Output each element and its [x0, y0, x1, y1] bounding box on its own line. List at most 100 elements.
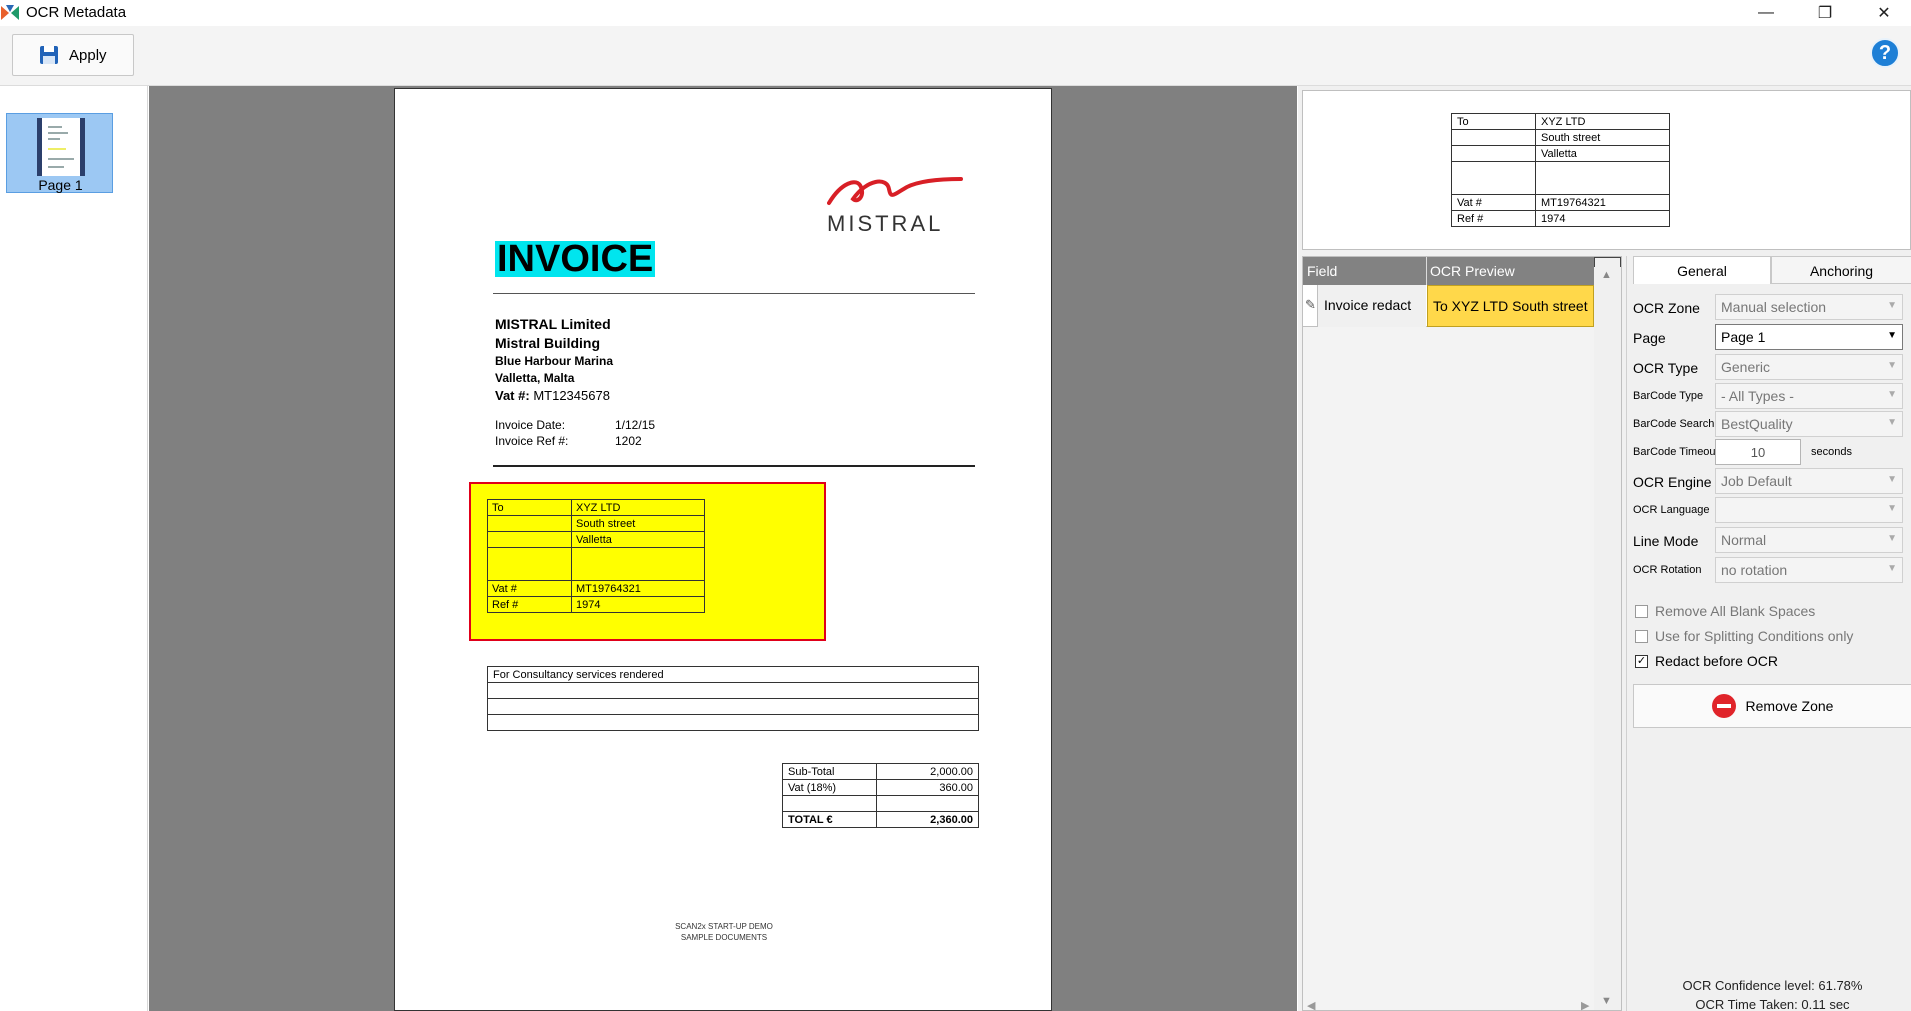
remove-icon [1711, 694, 1736, 718]
grid-horizontal-scrollbar[interactable]: ◀ ▶ [1303, 999, 1594, 1011]
services-table: For Consultancy services rendered [487, 666, 979, 731]
page-select[interactable]: Page 1 ▼ [1715, 324, 1903, 350]
ocr-language-label: OCR Language [1633, 504, 1710, 516]
apply-button[interactable]: Apply [12, 34, 134, 76]
ocr-language-row: OCR Language ▼ [1633, 497, 1911, 523]
remove-blank-spaces-label: Remove All Blank Spaces [1655, 603, 1816, 619]
minimize-button[interactable]: — [1737, 0, 1795, 26]
column-header-field[interactable]: Field [1307, 263, 1337, 279]
scroll-up-icon[interactable]: ▲ [1601, 269, 1612, 281]
divider [493, 293, 975, 294]
chevron-down-icon: ▼ [1887, 330, 1897, 341]
tab-general[interactable]: General [1633, 256, 1771, 284]
scroll-left-icon[interactable]: ◀ [1307, 999, 1315, 1011]
document-page: MISTRAL INVOICE MISTRAL Limited Mistral … [394, 88, 1052, 1011]
ocr-confidence-text: OCR Confidence level: 61.78% [1682, 978, 1863, 993]
redact-before-ocr-checkbox[interactable]: ✓ Redact before OCR [1633, 652, 1911, 674]
chevron-down-icon: ▼ [1887, 360, 1897, 371]
barcode-type-label: BarCode Type [1633, 390, 1704, 402]
ocr-stats: OCR Confidence level: 61.78% OCR Time Ta… [1633, 976, 1911, 1011]
barcode-search-label: BarCode Search [1633, 418, 1715, 430]
ocr-rotation-select[interactable]: no rotation ▼ [1715, 557, 1903, 583]
right-panel: To XYZ LTD South street Valletta Vat # MT1… [1298, 86, 1911, 1011]
checkbox-box[interactable] [1635, 630, 1648, 643]
barcode-search-row: BarCode Search BestQuality ▼ [1633, 411, 1911, 437]
ocr-type-select[interactable]: Generic ▼ [1715, 354, 1903, 380]
grid-header: Field OCR Preview [1303, 257, 1594, 285]
apply-label: Apply [69, 46, 107, 64]
invoice-date-label: Invoice Date: [495, 418, 566, 432]
save-icon [40, 46, 58, 64]
chevron-down-icon: ▼ [1887, 389, 1897, 400]
ocr-type-row: OCR Type Generic ▼ [1633, 354, 1911, 380]
chevron-down-icon: ▼ [1887, 417, 1897, 428]
grid-vertical-scrollbar[interactable]: ▲ ▼ [1594, 257, 1621, 1010]
company-address: MISTRAL Limited Mistral Building Blue Ha… [495, 315, 613, 404]
invoice-date-value: 1/12/15 [615, 418, 656, 432]
invoice-ref-label: Invoice Ref #: [495, 434, 569, 448]
scroll-down-icon[interactable]: ▼ [1601, 995, 1612, 1007]
ocr-preview-cell[interactable]: To XYZ LTD South street [1427, 285, 1594, 327]
ocr-engine-select[interactable]: Job Default ▼ [1715, 468, 1903, 494]
redact-before-ocr-label: Redact before OCR [1655, 653, 1778, 669]
chevron-down-icon: ▼ [1887, 300, 1897, 311]
barcode-type-select[interactable]: - All Types - ▼ [1715, 383, 1903, 409]
splitting-conditions-checkbox[interactable]: Use for Splitting Conditions only [1633, 627, 1911, 649]
line-mode-select[interactable]: Normal ▼ [1715, 527, 1903, 553]
field-cell[interactable]: Invoice redact [1317, 285, 1426, 327]
ocr-engine-row: OCR Engine Job Default ▼ [1633, 468, 1911, 494]
company-logo-text: MISTRAL [827, 211, 944, 236]
invoice-ref-value: 1202 [615, 434, 642, 448]
toolbar: Apply ? [0, 26, 1911, 86]
invoice-title: INVOICE [495, 238, 656, 280]
remove-zone-label: Remove Zone [1745, 698, 1834, 714]
barcode-timeout-row: BarCode Timeout 10 seconds [1633, 439, 1911, 465]
line-mode-label: Line Mode [1633, 533, 1699, 549]
page-row: Page Page 1 ▼ [1633, 324, 1911, 350]
barcode-timeout-input[interactable]: 10 [1715, 439, 1801, 465]
column-header-ocr-preview[interactable]: OCR Preview [1430, 263, 1515, 279]
divider [493, 465, 975, 467]
window-title: OCR Metadata [26, 4, 127, 21]
table-row[interactable]: ✎ Invoice redact To XYZ LTD South street [1303, 285, 1594, 327]
barcode-timeout-unit: seconds [1811, 446, 1852, 458]
ocr-rotation-row: OCR Rotation no rotation ▼ [1633, 557, 1911, 583]
company-street: Blue Harbour Marina [495, 354, 614, 368]
ocr-rotation-label: OCR Rotation [1633, 564, 1702, 576]
edit-row-icon: ✎ [1305, 297, 1316, 312]
line-mode-row: Line Mode Normal ▼ [1633, 527, 1911, 553]
barcode-search-select[interactable]: BestQuality ▼ [1715, 411, 1903, 437]
title-bar: OCR Metadata — ❐ ✕ [0, 0, 1911, 26]
fields-grid: Field OCR Preview ✎ Invoice redact To XY… [1302, 256, 1622, 1011]
mistral-logo-icon [827, 177, 963, 205]
splitting-conditions-label: Use for Splitting Conditions only [1655, 628, 1854, 644]
document-viewer[interactable]: MISTRAL INVOICE MISTRAL Limited Mistral … [149, 86, 1297, 1011]
properties-tabs: General Anchoring [1633, 256, 1911, 284]
scroll-right-icon[interactable]: ▶ [1581, 999, 1589, 1011]
help-button[interactable]: ? [1870, 38, 1900, 68]
tab-anchoring[interactable]: Anchoring [1771, 256, 1911, 284]
restore-button[interactable]: ❐ [1796, 0, 1854, 26]
close-button[interactable]: ✕ [1855, 0, 1911, 26]
ocr-engine-label: OCR Engine [1633, 474, 1712, 490]
chevron-down-icon: ▼ [1887, 474, 1897, 485]
checkbox-box[interactable] [1635, 605, 1648, 618]
remove-zone-button[interactable]: Remove Zone [1633, 684, 1911, 728]
ocr-zone-select[interactable]: Manual selection ▼ [1715, 294, 1903, 320]
zone-preview: To XYZ LTD South street Valletta Vat # MT1… [1302, 90, 1911, 250]
ocr-type-label: OCR Type [1633, 360, 1699, 376]
company-city: Valletta, Malta [495, 371, 575, 385]
thumbnail-label: Page 1 [38, 177, 83, 193]
properties-panel: General Anchoring OCR Zone Manual select… [1626, 256, 1911, 1011]
checkmark-icon[interactable]: ✓ [1635, 655, 1648, 668]
ocr-zone-row: OCR Zone Manual selection ▼ [1633, 294, 1911, 320]
ocr-language-select[interactable]: ▼ [1715, 497, 1903, 523]
remove-blank-spaces-checkbox[interactable]: Remove All Blank Spaces [1633, 602, 1911, 624]
page-thumbnail[interactable]: Page 1 [6, 113, 113, 193]
thumbnail-panel: Page 1 [0, 86, 148, 1011]
page-label: Page [1633, 330, 1666, 346]
address-table: To XYZ LTD South street Valletta Vat # MT1… [487, 499, 705, 613]
company-vat: Vat #: MT12345678 [495, 388, 610, 403]
barcode-timeout-label: BarCode Timeout [1633, 446, 1719, 458]
totals-table: Sub-Total 2,000.00 Vat (18%) 360.00 TOTAL … [782, 763, 979, 828]
